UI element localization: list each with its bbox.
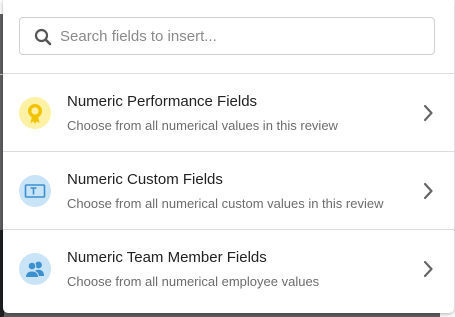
menu-item-title: Numeric Performance Fields: [67, 93, 258, 110]
menu-item-title: Numeric Team Member Fields: [67, 249, 267, 266]
menu-item-description: Choose from all numerical employee value…: [67, 274, 320, 289]
menu-item-description: Choose from all numerical values in this…: [67, 118, 338, 133]
chevron-right-icon: [423, 260, 433, 278]
menu-item-numeric-team-member-fields[interactable]: Numeric Team Member Fields Choose from a…: [3, 230, 454, 307]
search-box[interactable]: [19, 17, 435, 55]
team-members-icon: [19, 253, 51, 285]
menu-item-title: Numeric Custom Fields: [67, 171, 223, 188]
search-input[interactable]: [60, 18, 420, 54]
award-ribbon-icon: [19, 97, 51, 129]
menu-item-numeric-performance-fields[interactable]: Numeric Performance Fields Choose from a…: [3, 74, 454, 151]
menu-item-numeric-custom-fields[interactable]: Numeric Custom Fields Choose from all nu…: [3, 152, 454, 229]
chevron-right-icon: [423, 104, 433, 122]
search-icon: [34, 28, 52, 46]
menu-item-description: Choose from all numerical custom values …: [67, 196, 384, 211]
insert-field-popover: Numeric Performance Fields Choose from a…: [3, 0, 454, 313]
chevron-right-icon: [423, 182, 433, 200]
text-field-icon: [19, 175, 51, 207]
